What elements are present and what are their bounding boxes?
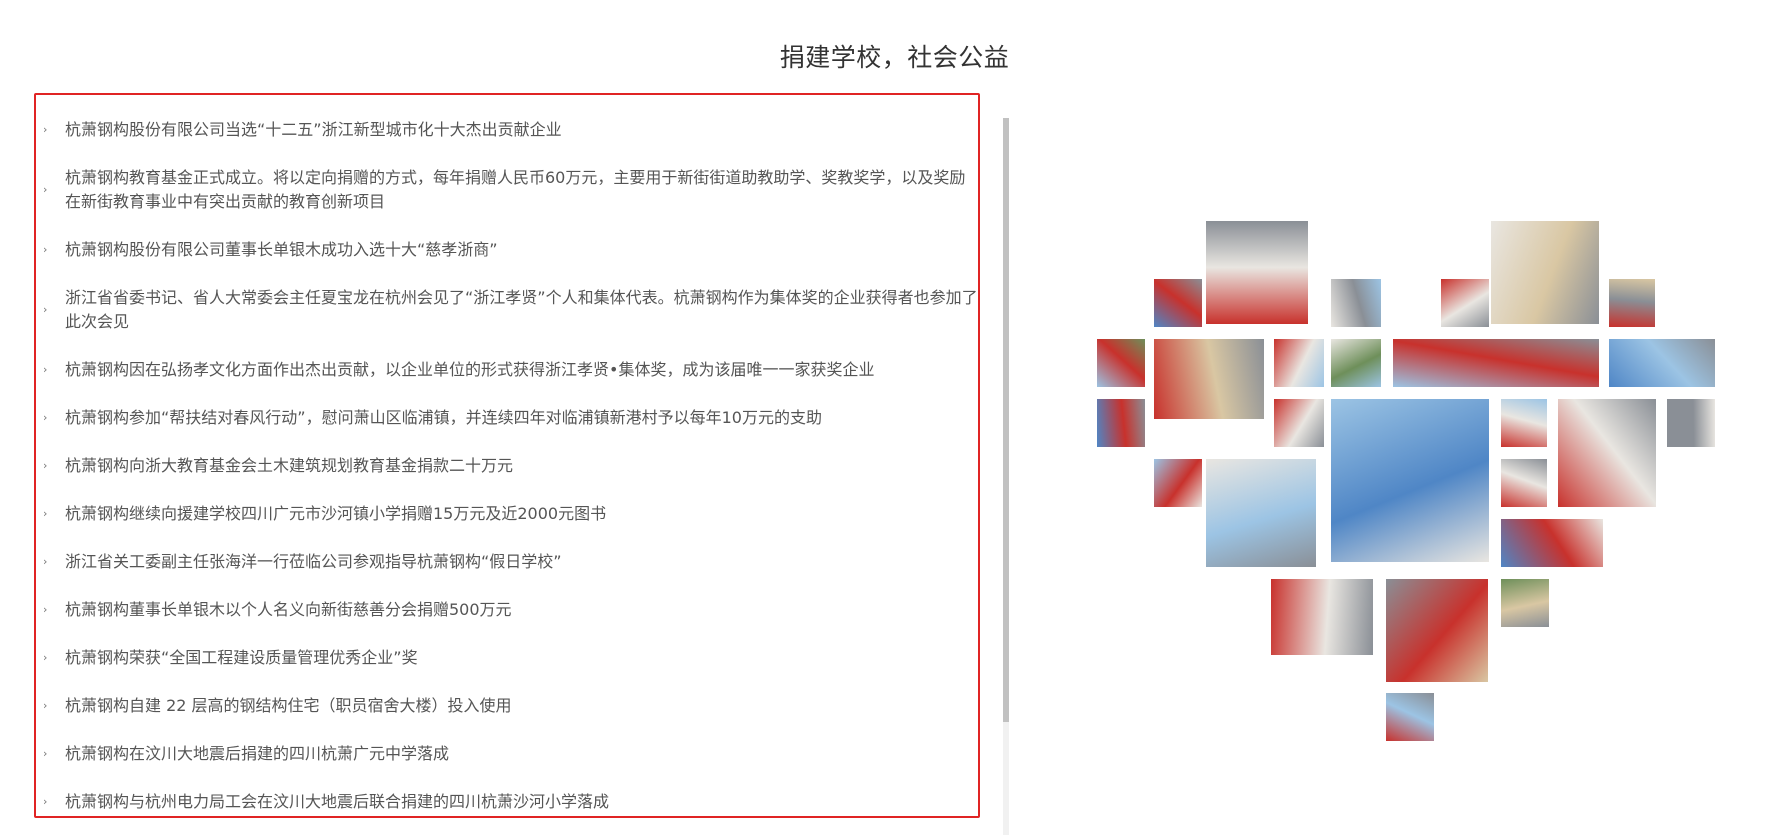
collage-photo[interactable]: [1440, 278, 1490, 328]
list-item[interactable]: › 浙江省省委书记、省人大常委会主任夏宝龙在杭州会见了“浙江孝贤”个人和集体代表。…: [40, 286, 982, 334]
list-item[interactable]: › 杭萧钢构继续向援建学校四川广元市沙河镇小学捐赠15万元及近2000元图书: [40, 502, 982, 526]
news-list-container[interactable]: › 杭萧钢构股份有限公司当选“十二五”浙江新型城市化十大杰出贡献企业 › 杭萧钢构教育…: [40, 118, 982, 835]
chevron-right-icon: ›: [43, 747, 48, 760]
collage-photo[interactable]: [1500, 578, 1550, 628]
news-link[interactable]: 杭萧钢构股份有限公司当选“十二五”浙江新型城市化十大杰出贡献企业: [65, 120, 562, 139]
chevron-right-icon: ›: [43, 123, 48, 136]
collage-photo[interactable]: [1608, 278, 1656, 328]
collage-photo[interactable]: [1330, 398, 1490, 563]
news-link[interactable]: 杭萧钢构因在弘扬孝文化方面作出杰出贡献，以企业单位的形式获得浙江孝贤•集体奖，成…: [65, 360, 874, 379]
news-link[interactable]: 杭萧钢构向浙大教育基金会土木建筑规划教育基金捐款二十万元: [65, 456, 513, 475]
chevron-right-icon: ›: [43, 555, 48, 568]
chevron-right-icon: ›: [43, 651, 48, 664]
collage-photo[interactable]: [1385, 578, 1489, 683]
chevron-right-icon: ›: [43, 183, 48, 196]
list-item[interactable]: › 杭萧钢构参加“帮扶结对春风行动”，慰问萧山区临浦镇，并连续四年对临浦镇新港村予…: [40, 406, 982, 430]
chevron-right-icon: ›: [43, 411, 48, 424]
chevron-right-icon: ›: [43, 303, 48, 316]
collage-photo[interactable]: [1666, 398, 1716, 448]
list-item[interactable]: › 杭萧钢构与杭州电力局工会在汶川大地震后联合捐建的四川杭萧沙河小学落成: [40, 790, 982, 814]
photo-collage: [1070, 220, 1789, 790]
list-item[interactable]: › 浙江省关工委副主任张海洋一行莅临公司参观指导杭萧钢构“假日学校”: [40, 550, 982, 574]
scrollbar[interactable]: [1003, 118, 1009, 835]
chevron-right-icon: ›: [43, 363, 48, 376]
collage-photo[interactable]: [1205, 220, 1309, 325]
news-link[interactable]: 杭萧钢构荣获“全国工程建设质量管理优秀企业”奖: [65, 648, 418, 667]
collage-photo[interactable]: [1392, 338, 1600, 388]
collage-photo[interactable]: [1385, 692, 1435, 742]
news-link[interactable]: 杭萧钢构股份有限公司董事长单银木成功入选十大“慈孝浙商”: [65, 240, 498, 259]
list-item[interactable]: › 杭萧钢构在汶川大地震后捐建的四川杭萧广元中学落成: [40, 742, 982, 766]
list-item[interactable]: › 杭萧钢构自建 22 层高的钢结构住宅（职员宿舍大楼）投入使用: [40, 694, 982, 718]
collage-photo[interactable]: [1330, 278, 1382, 328]
list-item[interactable]: › 杭萧钢构董事长单银木以个人名义向新街慈善分会捐赠500万元: [40, 598, 982, 622]
list-item[interactable]: › 杭萧钢构股份有限公司董事长单银木成功入选十大“慈孝浙商”: [40, 238, 982, 262]
collage-photo[interactable]: [1500, 518, 1604, 568]
list-item[interactable]: › 杭萧钢构因在弘扬孝文化方面作出杰出贡献，以企业单位的形式获得浙江孝贤•集体奖，…: [40, 358, 982, 382]
collage-photo[interactable]: [1273, 338, 1325, 388]
list-item[interactable]: › 杭萧钢构教育基金正式成立。将以定向捐赠的方式，每年捐赠人民币60万元，主要用于…: [40, 166, 982, 214]
collage-photo[interactable]: [1096, 398, 1146, 448]
collage-photo[interactable]: [1608, 338, 1716, 388]
news-link[interactable]: 杭萧钢构继续向援建学校四川广元市沙河镇小学捐赠15万元及近2000元图书: [65, 504, 606, 523]
collage-photo[interactable]: [1500, 458, 1548, 508]
list-item[interactable]: › 杭萧钢构荣获“全国工程建设质量管理优秀企业”奖: [40, 646, 982, 670]
chevron-right-icon: ›: [43, 507, 48, 520]
list-item[interactable]: › 杭萧钢构股份有限公司当选“十二五”浙江新型城市化十大杰出贡献企业: [40, 118, 982, 142]
collage-photo[interactable]: [1557, 398, 1657, 508]
news-link[interactable]: 浙江省省委书记、省人大常委会主任夏宝龙在杭州会见了“浙江孝贤”个人和集体代表。杭…: [65, 288, 978, 331]
chevron-right-icon: ›: [43, 603, 48, 616]
collage-photo[interactable]: [1500, 398, 1548, 448]
collage-photo[interactable]: [1096, 338, 1146, 388]
news-link[interactable]: 杭萧钢构在汶川大地震后捐建的四川杭萧广元中学落成: [65, 744, 449, 763]
news-link[interactable]: 杭萧钢构参加“帮扶结对春风行动”，慰问萧山区临浦镇，并连续四年对临浦镇新港村予以…: [65, 408, 822, 427]
collage-photo[interactable]: [1153, 278, 1203, 328]
collage-photo[interactable]: [1490, 220, 1600, 325]
news-link[interactable]: 杭萧钢构董事长单银木以个人名义向新街慈善分会捐赠500万元: [65, 600, 512, 619]
news-link[interactable]: 杭萧钢构与杭州电力局工会在汶川大地震后联合捐建的四川杭萧沙河小学落成: [65, 792, 609, 811]
chevron-right-icon: ›: [43, 795, 48, 808]
collage-photo[interactable]: [1153, 338, 1265, 420]
list-item[interactable]: › 杭萧钢构向浙大教育基金会土木建筑规划教育基金捐款二十万元: [40, 454, 982, 478]
news-link[interactable]: 杭萧钢构教育基金正式成立。将以定向捐赠的方式，每年捐赠人民币60万元，主要用于新…: [65, 168, 965, 211]
collage-photo[interactable]: [1153, 458, 1203, 508]
news-link[interactable]: 杭萧钢构自建 22 层高的钢结构住宅（职员宿舍大楼）投入使用: [65, 696, 512, 715]
collage-photo[interactable]: [1273, 398, 1325, 448]
news-link[interactable]: 浙江省关工委副主任张海洋一行莅临公司参观指导杭萧钢构“假日学校”: [65, 552, 562, 571]
chevron-right-icon: ›: [43, 699, 48, 712]
chevron-right-icon: ›: [43, 459, 48, 472]
news-list: › 杭萧钢构股份有限公司当选“十二五”浙江新型城市化十大杰出贡献企业 › 杭萧钢构教育…: [40, 118, 982, 814]
collage-photo[interactable]: [1330, 338, 1382, 388]
chevron-right-icon: ›: [43, 243, 48, 256]
page-title: 捐建学校，社会公益: [779, 43, 1010, 72]
collage-photo[interactable]: [1205, 458, 1317, 568]
collage-photo[interactable]: [1270, 578, 1374, 656]
scrollbar-thumb[interactable]: [1003, 118, 1009, 722]
